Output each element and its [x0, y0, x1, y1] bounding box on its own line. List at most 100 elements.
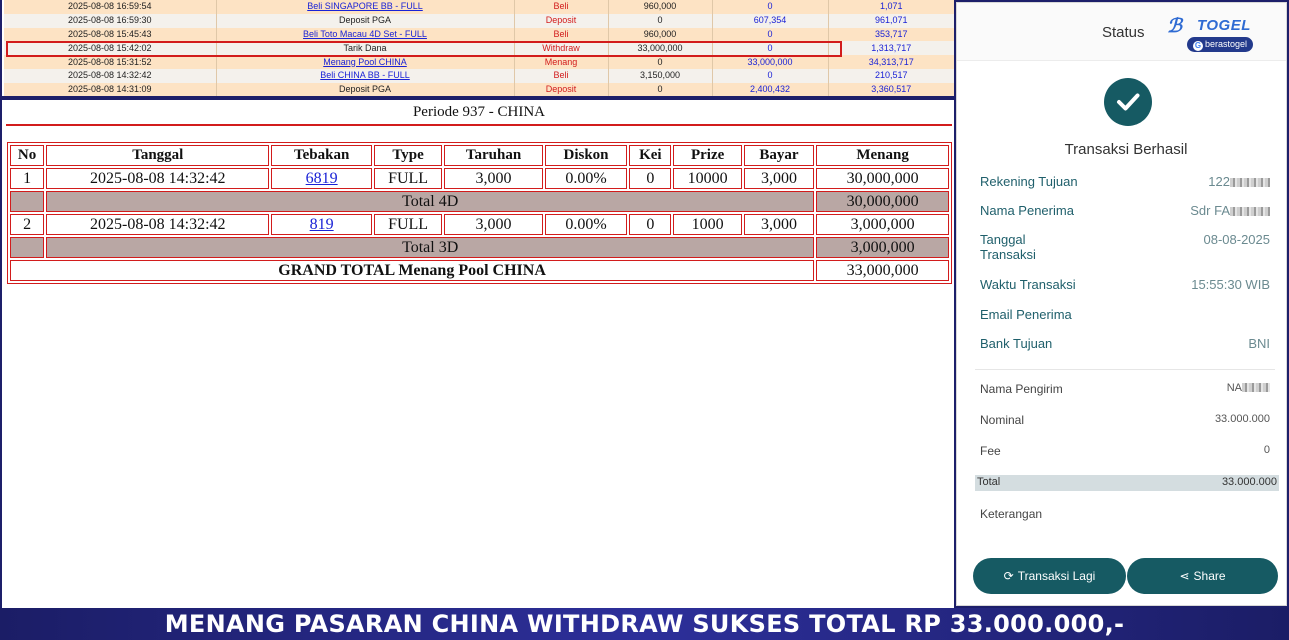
history-desc-text: Deposit PGA: [338, 84, 392, 95]
col-header-tanggal: Tanggal: [46, 145, 270, 166]
history-date: 2025-08-08 14:31:09: [4, 82, 217, 96]
history-desc: Beli CHINA BB - FULL: [216, 68, 515, 83]
tanggal-row: Tanggal Transaksi 08-08-2025: [980, 232, 1270, 264]
cell-taruhan: 3,000: [444, 168, 543, 189]
total-label: Total: [977, 476, 1001, 488]
history-in: 0: [712, 41, 829, 56]
cell-bayar: 3,000: [743, 214, 815, 235]
history-type: Beli: [514, 27, 609, 42]
history-desc-text: Deposit PGA: [338, 15, 392, 26]
history-desc-link[interactable]: Beli CHINA BB - FULL: [320, 70, 410, 80]
cell-no: 1: [10, 168, 45, 189]
penerima-label: Nama Penerima: [980, 203, 1074, 218]
history-desc-link[interactable]: Menang Pool CHINA: [323, 57, 407, 67]
share-label: Share: [1193, 569, 1226, 583]
col-header-tebakan: Tebakan: [271, 145, 372, 166]
history-date: 2025-08-08 16:59:54: [4, 0, 217, 14]
waktu-label: Waktu Transaksi: [980, 277, 1076, 292]
col-header-kei: Kei: [629, 145, 672, 166]
tanggal-value: 08-08-2025: [1203, 232, 1271, 247]
cell-tanggal: 2025-08-08 14:32:42: [46, 168, 270, 189]
col-header-taruhan: Taruhan: [444, 145, 543, 166]
total-value: 33.000.000: [1221, 476, 1277, 488]
cell-tebakan: 6819: [271, 168, 372, 189]
history-desc-link[interactable]: Beli SINGAPORE BB - FULL: [307, 1, 423, 11]
redacted-mask: [1230, 178, 1270, 187]
fee-label: Fee: [980, 444, 1001, 458]
history-type: Deposit: [514, 82, 609, 96]
history-in: 2,400,432: [712, 82, 829, 96]
total-4d-value: 30,000,000: [816, 191, 949, 212]
tebakan-link[interactable]: 819: [310, 216, 334, 233]
history-amount: 0: [608, 82, 713, 96]
nominal-label: Nominal: [980, 413, 1025, 427]
history-row: 2025-08-08 15:45:43 Beli Toto Macau 4D Se…: [4, 27, 954, 42]
history-desc: Deposit PGA: [216, 13, 515, 28]
tanggal-label-line1: Tanggal: [980, 232, 1026, 247]
fee-value: 0: [1263, 444, 1270, 456]
tanggal-label-line2: Transaksi: [980, 247, 1036, 262]
grand-total-value: 33,000,000: [816, 260, 949, 281]
cell-tanggal: 2025-08-08 14:32:42: [46, 214, 270, 235]
table-row: 2 2025-08-08 14:32:42 819 FULL 3,000 0.0…: [10, 214, 949, 235]
history-row: 2025-08-08 15:42:02 Tarik Dana Withdraw 33,…: [4, 41, 954, 56]
refresh-icon: ⟳: [1003, 569, 1014, 583]
cell-prize: 10000: [673, 168, 742, 189]
penerima-value-text: Sdr FA: [1190, 203, 1230, 218]
brand-name: TOGEL: [1197, 17, 1251, 34]
history-balance: 1,313,717: [828, 41, 954, 56]
total-4d-label: Total 4D: [46, 191, 815, 212]
transfer-receipt-panel: Status ℬ TOGEL Gberastogel Transaksi Ber…: [956, 2, 1287, 606]
history-date: 2025-08-08 15:45:43: [4, 27, 217, 42]
cell-kei: 0: [629, 214, 672, 235]
history-type: Deposit: [514, 13, 609, 28]
brand-badge: Gberastogel: [1187, 37, 1254, 52]
history-amount: 0: [608, 13, 713, 28]
history-balance: 1,071: [828, 0, 954, 14]
brand-badge-text: berastogel: [1205, 39, 1248, 49]
redacted-mask: [1242, 383, 1270, 392]
total-row: Total 33.000.000: [975, 475, 1279, 491]
success-message: Transaksi Berhasil: [1064, 141, 1188, 158]
history-desc: Tarik Dana: [216, 41, 515, 56]
bank-label: Bank Tujuan: [980, 336, 1053, 351]
total-3d-label: Total 3D: [46, 237, 815, 258]
history-amount: 3,150,000: [608, 68, 713, 83]
section-divider: [2, 96, 956, 100]
success-check-icon: [1104, 78, 1152, 126]
cell-no: 2: [10, 214, 45, 235]
history-amount: 0: [608, 55, 713, 69]
betting-history-panel: 2025-08-08 16:59:54 Beli SINGAPORE BB - F…: [0, 0, 956, 608]
tebakan-link[interactable]: 6819: [306, 170, 338, 187]
col-header-no: No: [10, 145, 45, 166]
periode-title: Periode 937 - CHINA: [412, 104, 546, 120]
col-header-menang: Menang: [816, 145, 949, 166]
history-desc-link[interactable]: Beli Toto Macau 4D Set - FULL: [303, 29, 427, 39]
history-type: Beli: [514, 68, 609, 83]
bank-value: BNI: [1248, 336, 1270, 351]
status-label: Status: [1102, 24, 1145, 41]
history-row: 2025-08-08 16:59:30 Deposit PGA Deposit 0 60…: [4, 13, 954, 28]
email-label: Email Penerima: [980, 307, 1072, 322]
cell-bayar: 3,000: [743, 168, 815, 189]
history-in: 0: [712, 68, 829, 83]
share-button[interactable]: ⋖ Share: [1127, 558, 1278, 594]
history-desc: Deposit PGA: [216, 82, 515, 96]
rekening-value: 122: [1208, 174, 1270, 189]
history-desc-text: Tarik Dana: [343, 42, 387, 53]
history-row: 2025-08-08 15:31:52 Menang Pool CHINA Mena…: [4, 55, 954, 69]
cell-type: FULL: [373, 214, 443, 235]
col-header-type: Type: [373, 145, 443, 166]
receipt-header: Status ℬ TOGEL Gberastogel: [957, 3, 1286, 61]
nominal-value: 33.000.000: [1214, 413, 1270, 425]
history-row: 2025-08-08 14:32:42 Beli CHINA BB - FULL B…: [4, 68, 954, 83]
transaksi-lagi-button[interactable]: ⟳ Transaksi Lagi: [973, 558, 1126, 594]
history-date: 2025-08-08 15:31:52: [4, 55, 217, 69]
history-date: 2025-08-08 16:59:30: [4, 13, 217, 28]
history-row: 2025-08-08 14:31:09 Deposit PGA Deposit 0 2,…: [4, 82, 954, 96]
history-type: Menang: [514, 55, 609, 69]
pengirim-value: NA: [1227, 382, 1270, 394]
cell-type: FULL: [373, 168, 443, 189]
history-balance: 961,071: [828, 13, 954, 28]
total-4d-row: Total 4D 30,000,000: [10, 191, 949, 212]
